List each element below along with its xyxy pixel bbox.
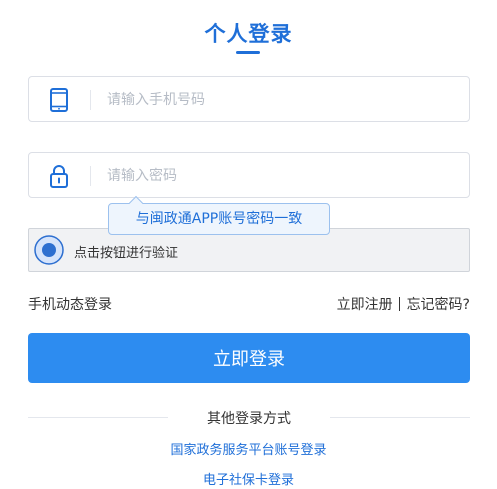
password-field[interactable] (28, 152, 470, 198)
forgot-password-link[interactable]: 忘记密码? (407, 297, 470, 313)
phone-field[interactable] (28, 76, 470, 122)
phone-input[interactable] (107, 85, 447, 115)
link-divider (399, 297, 401, 311)
lock-icon (50, 165, 68, 188)
field-separator (90, 90, 91, 110)
register-link[interactable]: 立即注册 (337, 297, 393, 313)
account-links: 立即注册 忘记密码? (337, 294, 470, 314)
national-platform-login-link[interactable]: 国家政务服务平台账号登录 (0, 439, 497, 458)
sms-login-link[interactable]: 手机动态登录 (28, 294, 112, 314)
tooltip-text: 与闽政通APP账号密码一致 (135, 211, 303, 227)
captcha-verify-text: 点击按钮进行验证 (74, 246, 179, 261)
login-button[interactable]: 立即登录 (28, 333, 470, 383)
social-security-card-login-link[interactable]: 电子社保卡登录 (0, 469, 497, 488)
other-login-divider: 其他登录方式 (28, 408, 470, 428)
tooltip-arrow (128, 195, 144, 211)
other-login-label: 其他登录方式 (207, 411, 291, 427)
divider-line-right (330, 417, 470, 418)
radio-knob-icon (34, 235, 64, 265)
page-title: 个人登录 (204, 22, 293, 46)
title-underline (236, 51, 260, 54)
password-input[interactable] (107, 161, 447, 191)
password-hint-tooltip: 与闽政通APP账号密码一致 (108, 195, 330, 235)
field-separator (90, 166, 91, 186)
auxiliary-links: 手机动态登录 立即注册 忘记密码? (28, 294, 470, 314)
mobile-phone-icon (50, 88, 68, 112)
